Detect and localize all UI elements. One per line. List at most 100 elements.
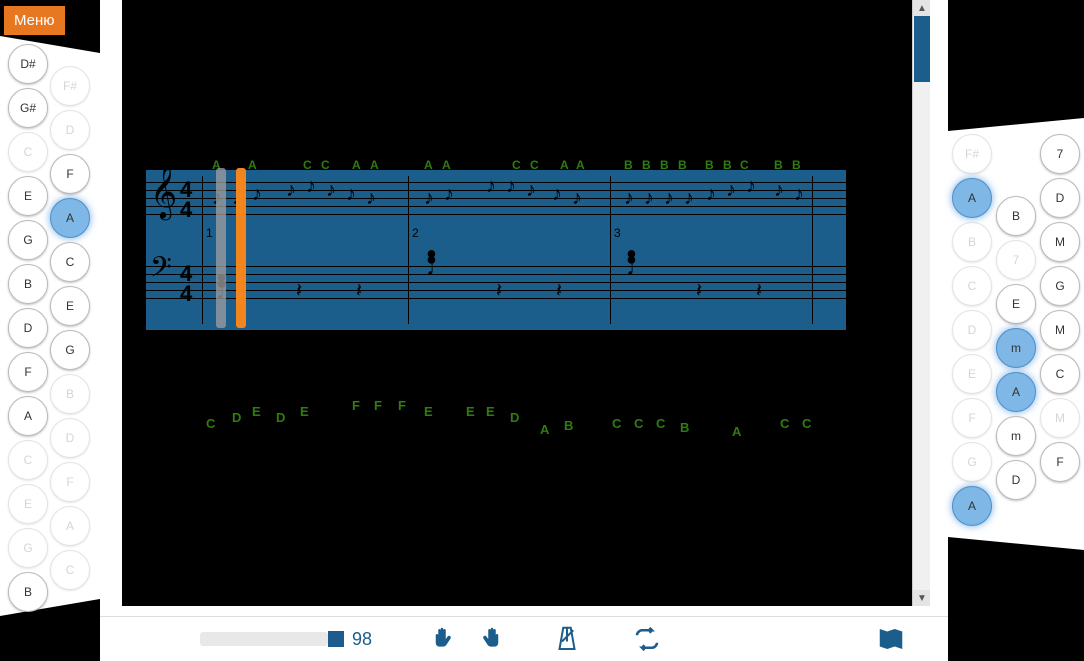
left-note-E-10[interactable]: E [8,484,48,524]
right-col3-G-3[interactable]: G [1040,266,1080,306]
chord-label: B [774,158,783,172]
metronome-button[interactable] [550,622,584,656]
right-col2-B-0[interactable]: B [996,196,1036,236]
left-note-E-b5[interactable]: E [50,286,90,326]
scroll-down-icon[interactable]: ▼ [913,590,930,606]
view-mode-button[interactable] [874,622,908,656]
scroll-up-icon[interactable]: ▲ [913,0,930,16]
left-note-F-b9[interactable]: F [50,462,90,502]
bass-rest: 𝄽 [296,280,302,303]
left-note-Fs-b0[interactable]: F# [50,66,90,106]
left-note-A-b10[interactable]: A [50,506,90,546]
treble-note: ♪ [424,188,434,208]
left-note-D-b1[interactable]: D [50,110,90,150]
right-hand-button[interactable] [470,622,504,656]
left-note-A-b3[interactable]: A [50,198,90,238]
measure-number: 1 [206,226,213,240]
left-note-Gs-1[interactable]: G# [8,88,48,128]
treble-note: ♪ [664,188,674,208]
chord-label: C [740,158,749,172]
right-col1-C-3[interactable]: C [952,266,992,306]
right-col1-A-8[interactable]: A [952,486,992,526]
strip-note-F: F [398,398,406,413]
left-note-B-b7[interactable]: B [50,374,90,414]
bass-rest: 𝄽 [556,280,562,303]
chord-label: A [560,158,569,172]
loop-button[interactable] [630,622,664,656]
hand-left-icon [432,624,462,654]
score-content: 𝄞 44 𝄢 44 123 AACCAAAACCAABBBBBBCBB ♪♪♪♪… [122,0,930,606]
chord-label: C [303,158,312,172]
treble-note: ♪ [252,184,262,204]
right-col2-D-6[interactable]: D [996,460,1036,500]
bass-chord-head: ● [626,244,637,262]
left-note-C-9[interactable]: C [8,440,48,480]
left-note-Ds-0[interactable]: D# [8,44,48,84]
strip-note-E: E [300,404,309,419]
strip-note-C: C [656,416,665,431]
chord-label: A [442,158,451,172]
right-col3-M-6[interactable]: M [1040,398,1080,438]
right-col1-Fs-0[interactable]: F# [952,134,992,174]
right-col2-m-5[interactable]: m [996,416,1036,456]
left-note-G-4[interactable]: G [8,220,48,260]
right-col3-7-0[interactable]: 7 [1040,134,1080,174]
right-col1-E-5[interactable]: E [952,354,992,394]
left-note-G-b6[interactable]: G [50,330,90,370]
left-note-A-8[interactable]: A [8,396,48,436]
strip-note-C: C [802,416,811,431]
left-note-C-b4[interactable]: C [50,242,90,282]
bottom-toolbar: 98 [100,616,948,661]
treble-note: ♪ [726,180,736,200]
bass-rest: 𝄽 [496,280,502,303]
left-note-F-7[interactable]: F [8,352,48,392]
tempo-slider-knob[interactable] [328,631,344,647]
treble-note: ♪ [684,188,694,208]
treble-note: ♪ [444,184,454,204]
tempo-slider[interactable] [200,632,328,646]
left-hand-button[interactable] [430,622,464,656]
note-letter-strip: CDEDEFFFEEEDABCCCBACC [146,392,846,452]
chord-label: A [248,158,257,172]
measure-number: 2 [412,226,419,240]
right-col3-F-7[interactable]: F [1040,442,1080,482]
menu-button[interactable]: Меню [4,6,65,35]
right-col3-M-2[interactable]: M [1040,222,1080,262]
treble-note: ♪ [526,180,536,200]
left-note-C-b11[interactable]: C [50,550,90,590]
chord-label: B [705,158,714,172]
strip-note-C: C [206,416,215,431]
left-note-G-11[interactable]: G [8,528,48,568]
left-note-B-5[interactable]: B [8,264,48,304]
left-note-D-6[interactable]: D [8,308,48,348]
left-note-F-b2[interactable]: F [50,154,90,194]
left-note-E-3[interactable]: E [8,176,48,216]
right-col1-A-1[interactable]: A [952,178,992,218]
scroll-thumb[interactable] [914,16,930,82]
left-note-C-2[interactable]: C [8,132,48,172]
right-col3-C-5[interactable]: C [1040,354,1080,394]
right-col1-D-4[interactable]: D [952,310,992,350]
bass-chord-head: ● [426,244,437,262]
right-col3-D-1[interactable]: D [1040,178,1080,218]
playhead-cursor[interactable] [236,168,246,328]
right-col2-A-4[interactable]: A [996,372,1036,412]
right-col2-m-3[interactable]: m [996,328,1036,368]
barline-3 [812,176,813,324]
metronome-icon [552,624,582,654]
right-col1-B-2[interactable]: B [952,222,992,262]
strip-note-D: D [276,410,285,425]
treble-note: ♪ [644,188,654,208]
chord-label: C [321,158,330,172]
right-col3-M-4[interactable]: M [1040,310,1080,350]
bass-rest: 𝄽 [356,280,362,303]
strip-note-C: C [612,416,621,431]
right-col1-F-6[interactable]: F [952,398,992,438]
left-note-D-b8[interactable]: D [50,418,90,458]
vertical-scrollbar[interactable]: ▲ ▼ [912,0,930,606]
left-note-B-12[interactable]: B [8,572,48,612]
right-col1-G-7[interactable]: G [952,442,992,482]
right-col2-E-2[interactable]: E [996,284,1036,324]
score-scroll-area[interactable]: 𝄞 44 𝄢 44 123 AACCAAAACCAABBBBBBCBB ♪♪♪♪… [122,0,930,606]
right-col2-7-1[interactable]: 7 [996,240,1036,280]
